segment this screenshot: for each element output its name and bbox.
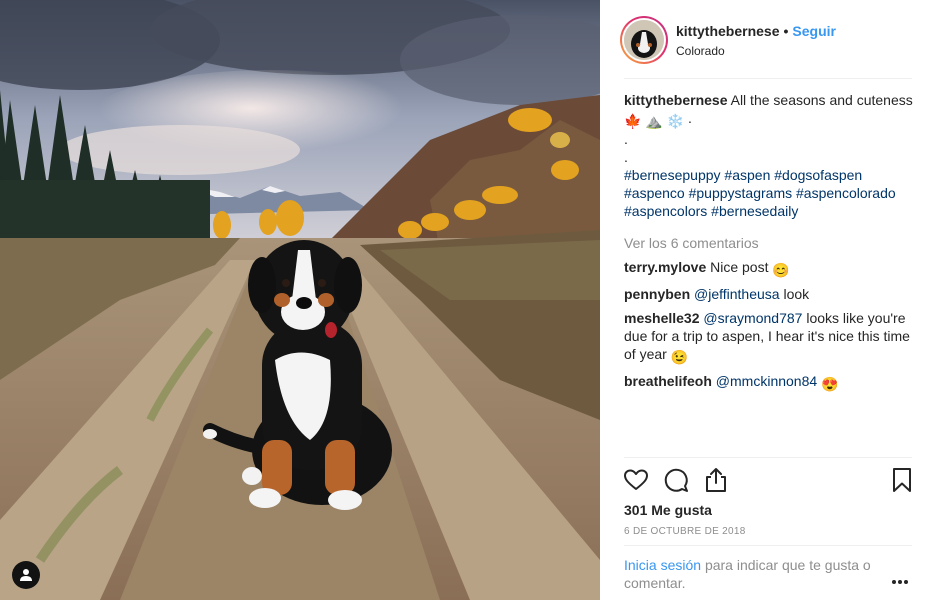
post-author-username[interactable]: kittythebernese (676, 23, 779, 39)
maple-leaf-icon: 🍁 (624, 113, 642, 129)
post-caption: kittythebernese All the seasons and cute… (624, 91, 920, 220)
comment-button[interactable] (662, 466, 690, 494)
comment-item: breathelifeoh @mmckinnon84 😍 (624, 372, 920, 393)
heart-icon (624, 469, 648, 490)
comments-section: kittythebernese All the seasons and cute… (624, 91, 920, 393)
avatar[interactable] (620, 16, 668, 64)
more-options-icon (892, 580, 908, 584)
view-all-comments-link[interactable]: Ver los 6 comentarios (624, 234, 920, 252)
hashtag-link[interactable]: #puppystagrams (689, 185, 793, 201)
comment-username[interactable]: pennyben (624, 286, 690, 302)
snowflake-icon: ❄️ (666, 113, 685, 129)
login-prompt: Inicia sesión para indicar que te gusta … (624, 556, 894, 592)
post-actions (622, 466, 916, 496)
avatar-dog-image (624, 20, 664, 60)
bookmark-icon (893, 468, 911, 492)
post-location[interactable]: Colorado (676, 44, 836, 59)
hashtag-link[interactable]: #bernesedaily (711, 203, 798, 219)
comment-mention[interactable]: @sraymond787 (703, 310, 802, 326)
winking-face-icon: 😉 (670, 349, 689, 365)
comment-item: terry.mylove Nice post 😊 (624, 258, 920, 279)
likes-count[interactable]: 301 Me gusta (624, 501, 712, 519)
comment-icon (664, 468, 688, 492)
actions-divider (624, 457, 912, 458)
post-photo[interactable] (0, 0, 600, 600)
header-divider (624, 78, 912, 79)
smiling-face-icon: 😊 (772, 262, 790, 278)
mountain-icon: ⛰️ (645, 113, 663, 129)
comment-mention[interactable]: @jeffinthеusa (694, 286, 780, 302)
comment-item: pennyben @jeffinthеusa look (624, 285, 920, 303)
caption-hashtags: #bernesepuppy #aspen #dogsofaspen #aspen… (624, 166, 920, 220)
comment-text: look (783, 286, 810, 302)
caption-dot-line: . (624, 131, 628, 147)
separator-dot: • (783, 23, 789, 39)
share-icon (706, 468, 726, 492)
comment-text: Nice post (710, 259, 769, 275)
footer-divider (624, 545, 912, 546)
share-button[interactable] (702, 466, 730, 494)
hashtag-link[interactable]: #aspencolorado (796, 185, 896, 201)
comment-username[interactable]: breathelifeoh (624, 373, 712, 389)
post-side-panel: kittythebernese • Seguir Colorado kittythe… (600, 0, 936, 600)
heart-eyes-face-icon: 😍 (821, 376, 839, 392)
like-button[interactable] (622, 466, 650, 494)
caption-dot-line: . (624, 149, 628, 165)
comment-mention[interactable]: @mmckinnon84 (716, 373, 817, 389)
caption-username[interactable]: kittythebernese (624, 92, 727, 108)
post-header: kittythebernese • Seguir Colorado (600, 0, 936, 78)
hashtag-link[interactable]: #aspenco (624, 185, 685, 201)
dog-on-trail-photo (0, 0, 600, 600)
follow-button[interactable]: Seguir (792, 23, 836, 39)
comment-item: meshelle32 @sraymond787 looks like you'r… (624, 309, 920, 366)
post-date[interactable]: 6 DE OCTUBRE DE 2018 (624, 526, 746, 538)
comment-username[interactable]: terry.mylove (624, 259, 706, 275)
hashtag-link[interactable]: #aspen (724, 167, 770, 183)
user-tag-button[interactable] (12, 561, 40, 589)
hashtag-link[interactable]: #dogsofaspen (774, 167, 862, 183)
hashtag-link[interactable]: #bernesepuppy (624, 167, 721, 183)
caption-trailing-dot: . (687, 110, 692, 126)
save-button[interactable] (888, 466, 916, 494)
user-tag-icon (20, 569, 32, 581)
caption-text: All the seasons and cuteness (730, 92, 913, 108)
more-options-button[interactable] (891, 572, 909, 584)
comment-username[interactable]: meshelle32 (624, 310, 700, 326)
login-link[interactable]: Inicia sesión (624, 557, 701, 573)
hashtag-link[interactable]: #aspencolors (624, 203, 707, 219)
